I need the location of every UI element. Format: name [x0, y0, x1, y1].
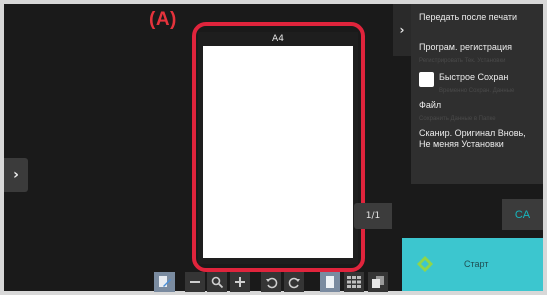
menu-item-rescan[interactable]: Сканир. Оригинал Вновь, Не меняя Установ… [419, 128, 537, 150]
edit-button[interactable] [154, 272, 175, 292]
menu-item-quick-save[interactable]: Быстрое Сохран [439, 72, 508, 83]
side-panel: Передать после печати Програм. регистрац… [411, 4, 543, 184]
rotate-left-icon [265, 277, 277, 288]
multi-page-button[interactable] [368, 272, 388, 292]
menu-item-file-sub: Сохранить Данные в Папке [419, 116, 496, 122]
zoom-in-button[interactable] [230, 272, 250, 292]
thumbnail-grid-button[interactable] [344, 272, 364, 292]
callout-label: (A) [149, 9, 177, 30]
edit-icon [158, 276, 171, 287]
left-panel-expand-button[interactable]: › [4, 158, 28, 192]
zoom-in-icon [235, 277, 245, 287]
rotate-left-button[interactable] [261, 272, 281, 292]
multi-page-icon [372, 276, 384, 288]
menu-item-program-registration-sub: Регистрировать Тек. Установки [419, 58, 506, 64]
menu-item-file[interactable]: Файл [419, 100, 441, 111]
menu-item-program-registration[interactable]: Програм. регистрация [419, 42, 512, 53]
start-diamond-icon [417, 256, 433, 272]
side-panel-collapse-button[interactable]: › [393, 4, 411, 56]
start-label: Старт [464, 259, 489, 269]
rotate-right-icon [288, 277, 300, 288]
zoom-button[interactable] [207, 272, 227, 292]
page-counter: 1/1 [354, 203, 392, 229]
menu-item-send-after-print[interactable]: Передать после печати [419, 12, 517, 23]
callout-highlight [192, 22, 365, 272]
menu-item-quick-save-sub: Временно Сохран. Данные [439, 88, 515, 94]
start-button[interactable]: Старт [402, 238, 543, 291]
zoom-icon [211, 276, 223, 288]
ca-button[interactable]: CA [502, 199, 543, 230]
zoom-out-icon [190, 281, 200, 283]
chevron-right-icon: › [399, 23, 405, 37]
single-page-view-button[interactable] [320, 272, 340, 292]
single-page-icon [326, 276, 334, 288]
rotate-right-button[interactable] [284, 272, 304, 292]
thumbnail-grid-icon [347, 276, 361, 288]
quick-save-checkbox[interactable] [419, 72, 434, 87]
chevron-right-icon: › [13, 167, 19, 183]
zoom-out-button[interactable] [185, 272, 205, 292]
